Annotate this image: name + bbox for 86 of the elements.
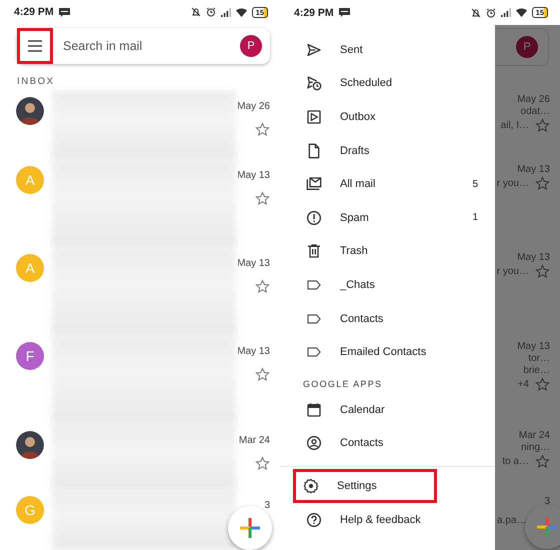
drawer-item[interactable]: Contacts — [280, 426, 495, 460]
star-icon[interactable] — [535, 454, 550, 469]
avatar: F — [16, 342, 44, 370]
star-icon[interactable] — [255, 278, 270, 294]
help-icon — [306, 512, 322, 528]
mail-stack-icon — [306, 176, 322, 192]
trash-icon — [306, 243, 322, 260]
email-date: May 13 — [237, 258, 270, 269]
plus-icon — [536, 516, 558, 538]
signal-icon — [220, 8, 231, 17]
email-snippet: +4 — [518, 379, 529, 390]
signal-icon — [500, 8, 511, 17]
avatar: G — [16, 496, 44, 524]
email-snippet: brie… — [523, 365, 550, 376]
status-time: 4:29 PM — [294, 6, 334, 18]
drawer-item[interactable]: Help & feedback — [280, 502, 495, 536]
email-date: May 13 — [517, 252, 550, 263]
email-snippet: r you… — [496, 266, 529, 277]
avatar: A — [16, 166, 44, 194]
drawer-item[interactable]: Calendar — [280, 392, 495, 427]
drawer-item[interactable]: Settings — [293, 469, 437, 503]
scheduled-send-icon — [306, 75, 322, 92]
search-placeholder: Search in mail — [63, 38, 144, 53]
outbox-icon — [306, 108, 322, 125]
drawer-item[interactable]: Contacts — [280, 302, 495, 336]
plus-icon — [239, 517, 261, 539]
drawer-item[interactable]: Trash — [280, 234, 495, 268]
message-icon — [338, 8, 350, 17]
email-date: Mar 24 — [518, 430, 550, 441]
drawer-item[interactable]: Scheduled — [280, 66, 495, 100]
drawer-item[interactable]: Sent — [280, 33, 495, 67]
avatar-icon — [16, 96, 44, 125]
star-icon[interactable] — [535, 377, 550, 392]
status-time: 4:29 PM — [14, 6, 54, 18]
bell-off-icon — [470, 8, 481, 18]
email-date: May 26 — [517, 94, 550, 105]
email-snippet: tor… — [528, 353, 550, 364]
drawer-item[interactable]: Drafts — [280, 134, 495, 168]
email-snippet: r you… — [496, 178, 529, 189]
email-snippet: ning… — [521, 442, 550, 453]
drawer-item[interactable]: Outbox — [280, 100, 495, 134]
email-snippet: to a… — [502, 456, 529, 467]
star-icon[interactable] — [535, 264, 550, 279]
email-snippet: a.pa… — [497, 515, 526, 526]
avatar: A — [16, 254, 44, 282]
compose-button[interactable] — [525, 505, 560, 549]
email-date: May 13 — [237, 170, 270, 182]
calendar-icon — [306, 402, 322, 418]
menu-button[interactable] — [17, 28, 53, 64]
email-date: 3 — [264, 500, 270, 512]
search-bar[interactable]: Search in mail P — [17, 28, 270, 64]
settings-icon — [303, 478, 319, 494]
email-date: Mar 24 — [238, 434, 270, 446]
star-icon[interactable] — [255, 191, 270, 206]
section-heading: GOOGLE APPS — [302, 378, 384, 391]
send-icon — [306, 42, 322, 58]
email-date: 3 — [544, 496, 550, 507]
drawer-item[interactable]: All mail 5 — [280, 167, 495, 201]
star-icon[interactable] — [535, 176, 550, 191]
menu-icon — [28, 40, 42, 52]
star-icon[interactable] — [255, 367, 270, 382]
drawer-item[interactable]: Spam 1 — [280, 200, 495, 235]
wifi-icon — [516, 8, 527, 17]
drawer-item[interactable]: _Chats — [280, 268, 495, 302]
avatar-icon — [16, 430, 44, 459]
star-icon[interactable] — [255, 122, 270, 137]
star-icon[interactable] — [535, 118, 550, 133]
wifi-icon — [236, 8, 247, 17]
message-icon — [58, 8, 70, 17]
section-heading: INBOX — [17, 76, 56, 87]
email-snippet: ail, I… — [500, 120, 529, 131]
file-icon — [306, 142, 322, 159]
account-avatar[interactable]: P — [240, 34, 262, 57]
email-date: May 13 — [517, 341, 550, 352]
email-date: May 13 — [237, 346, 270, 358]
email-date: May 13 — [517, 164, 550, 175]
email-date: May 26 — [237, 100, 270, 112]
warning-icon — [306, 210, 322, 226]
alarm-icon — [486, 8, 496, 18]
star-icon[interactable] — [255, 456, 270, 471]
alarm-icon — [206, 7, 216, 18]
drawer-item[interactable]: Emailed Contacts — [280, 335, 495, 369]
email-snippet: odat… — [520, 106, 550, 117]
bell-off-icon — [190, 7, 201, 18]
account-avatar: P — [516, 36, 538, 58]
person-icon — [306, 435, 322, 452]
